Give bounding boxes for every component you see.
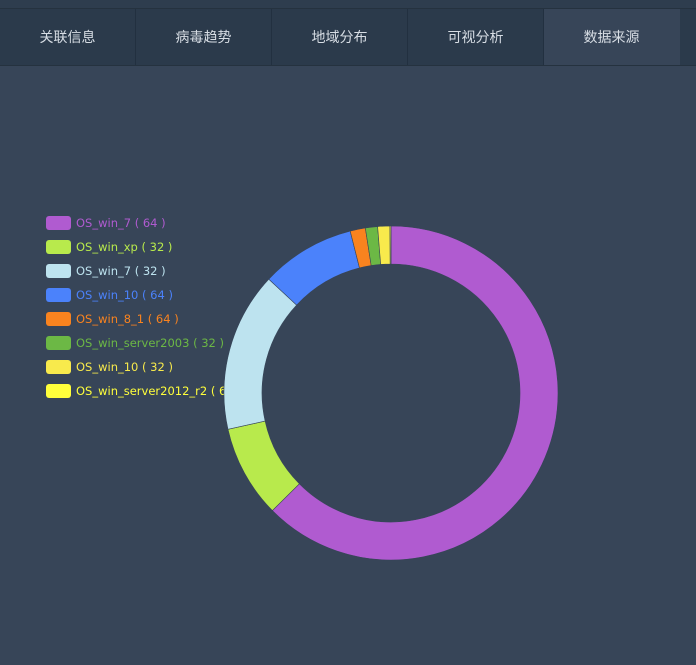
tab-related-info[interactable]: 关联信息 — [0, 9, 136, 65]
tab-bar-filler — [680, 9, 696, 65]
tab-virus-trend[interactable]: 病毒趋势 — [136, 9, 272, 65]
donut-slice[interactable] — [389, 225, 392, 265]
app-window: 关联信息 病毒趋势 地域分布 可视分析 数据来源 OS_win_7 ( 64 )… — [0, 0, 696, 665]
donut-slices — [223, 225, 559, 561]
tab-bar: 关联信息 病毒趋势 地域分布 可视分析 数据来源 — [0, 8, 696, 66]
tab-visual-analysis[interactable]: 可视分析 — [408, 9, 544, 65]
tab-region-distribution[interactable]: 地域分布 — [272, 9, 408, 65]
tab-data-source[interactable]: 数据来源 — [544, 9, 680, 65]
data-source-panel: OS_win_7 ( 64 ) OS_win_xp ( 32 ) OS_win_… — [0, 66, 696, 665]
donut-slice[interactable] — [223, 278, 298, 430]
donut-chart — [223, 225, 559, 561]
